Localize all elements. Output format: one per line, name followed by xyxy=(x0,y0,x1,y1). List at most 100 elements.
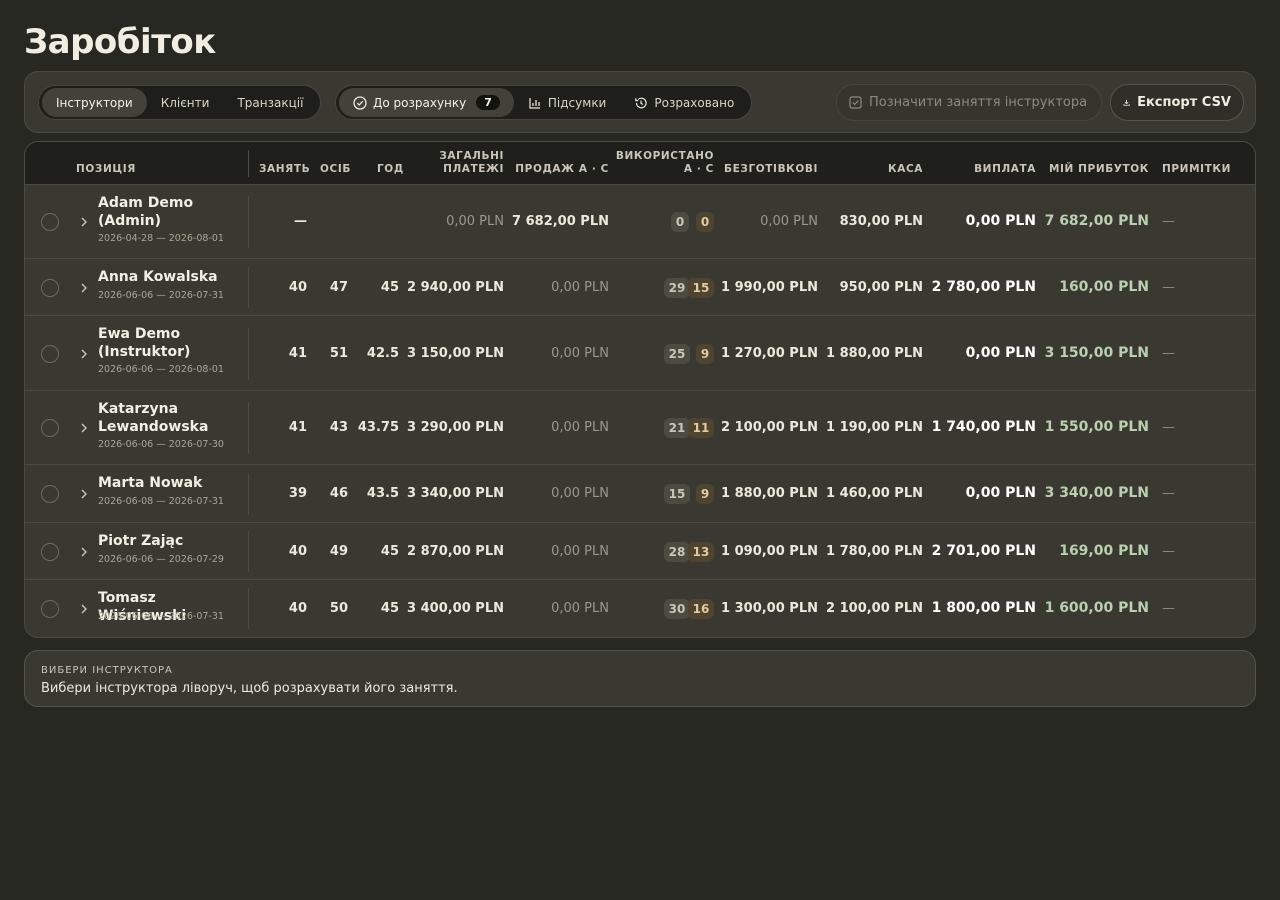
row-select-radio[interactable] xyxy=(41,419,59,437)
payout-amount: 1 800,00 PLN xyxy=(931,599,1036,616)
table-row[interactable]: Tomasz Wiśniewski 2026-06-06 — 2026-07-3… xyxy=(25,580,1255,637)
row-select-radio[interactable] xyxy=(41,344,59,363)
lessons-count: 40 xyxy=(288,279,307,295)
chevron-right-icon[interactable] xyxy=(80,216,88,228)
tab-settled[interactable]: Розраховано xyxy=(620,88,748,117)
chevron-right-icon[interactable] xyxy=(80,488,88,500)
col-total-payments-line1: Загальні xyxy=(439,150,504,162)
cash-amount: 950,00 PLN xyxy=(839,279,923,295)
tab-pending[interactable]: До розрахунку 7 xyxy=(339,88,514,117)
instructor-name: Ewa Demo (Instruktor) xyxy=(98,326,191,360)
notes-cell[interactable]: — xyxy=(1162,214,1175,229)
button-label: Експорт CSV xyxy=(1137,95,1231,110)
cashless-amount: 0,00 PLN xyxy=(760,214,818,229)
cash-amount: 1 780,00 PLN xyxy=(826,543,923,559)
table-row[interactable]: Anna Kowalska 2026-06-06 — 2026-07-31 40… xyxy=(25,259,1255,316)
table-row[interactable]: Piotr Zając 2026-06-06 — 2026-07-29 40 4… xyxy=(25,523,1255,580)
people-count: 51 xyxy=(329,345,348,361)
used-a-pill: 30 xyxy=(664,598,690,619)
cash-amount: 1 190,00 PLN xyxy=(826,420,923,435)
used-c-pill: 16 xyxy=(688,598,714,619)
hours-count: 45 xyxy=(380,600,399,616)
people-count: 47 xyxy=(329,279,348,295)
notes-cell[interactable]: — xyxy=(1162,601,1175,616)
tab-totals[interactable]: Підсумки xyxy=(514,88,620,117)
tab-clients[interactable]: Клієнти xyxy=(147,88,224,117)
col-profit: Мій прибуток xyxy=(1048,163,1149,175)
col-used-line2: А · С xyxy=(683,163,714,175)
row-divider xyxy=(248,267,249,308)
used-c-pill: 11 xyxy=(688,418,714,438)
tab-label: Інструктори xyxy=(56,95,133,110)
page-title: Заробіток xyxy=(24,22,216,62)
table-row[interactable]: Adam Demo (Admin) 2026-04-28 — 2026-08-0… xyxy=(25,185,1255,259)
row-divider xyxy=(248,531,249,572)
tab-transactions[interactable]: Транзакції xyxy=(223,88,317,117)
people-count: 50 xyxy=(329,600,348,616)
export-csv-button[interactable]: Експорт CSV xyxy=(1110,84,1244,121)
used-c-pill: 15 xyxy=(688,277,714,298)
row-divider xyxy=(248,588,249,629)
col-sales: Продаж А · С xyxy=(515,163,609,175)
table-row[interactable]: Ewa Demo (Instruktor) 2026-06-06 — 2026-… xyxy=(25,316,1255,391)
hours-count: 45 xyxy=(380,279,399,295)
cashless-amount: 1 090,00 PLN xyxy=(721,543,818,559)
table-row[interactable]: Marta Nowak 2026-06-08 — 2026-07-31 39 4… xyxy=(25,465,1255,523)
used-c-pill: 0 xyxy=(696,212,714,232)
date-range: 2026-06-06 — 2026-07-31 xyxy=(98,290,224,301)
select-instructor-hint: ВИБЕРИ ІНСТРУКТОРА Вибери інструктора лі… xyxy=(24,650,1256,707)
profit-amount: 160,00 PLN xyxy=(1059,278,1149,295)
total-payments: 2 870,00 PLN xyxy=(407,543,504,559)
col-payout: Виплата xyxy=(974,163,1036,175)
people-count: 46 xyxy=(329,486,348,501)
row-select-radio[interactable] xyxy=(41,278,59,297)
used-a-pill: 15 xyxy=(664,484,690,504)
notes-cell[interactable]: — xyxy=(1162,420,1175,435)
notes-cell[interactable]: — xyxy=(1162,346,1175,361)
cash-amount: 830,00 PLN xyxy=(839,214,923,229)
sales-amount: 0,00 PLN xyxy=(551,345,609,361)
used-a-pill: 21 xyxy=(664,418,690,438)
table-row[interactable]: Katarzyna Lewandowska 2026-06-06 — 2026-… xyxy=(25,391,1255,465)
lessons-count: — xyxy=(294,214,307,229)
chevron-right-icon[interactable] xyxy=(80,603,88,615)
notes-cell[interactable]: — xyxy=(1162,280,1175,295)
people-count: 43 xyxy=(329,420,348,435)
cashless-amount: 1 270,00 PLN xyxy=(721,345,818,361)
col-used-line1: Використано xyxy=(615,150,714,162)
lessons-count: 39 xyxy=(288,486,307,501)
notes-cell[interactable]: — xyxy=(1162,544,1175,559)
cashless-amount: 1 300,00 PLN xyxy=(721,600,818,616)
hint-text: Вибери інструктора ліворуч, щоб розрахув… xyxy=(41,681,458,696)
mark-instructor-lessons-button[interactable]: Позначити заняття інструктора xyxy=(836,84,1102,121)
row-select-radio[interactable] xyxy=(41,485,59,503)
cashless-amount: 1 880,00 PLN xyxy=(721,486,818,501)
col-total-payments-line2: платежі xyxy=(443,163,504,175)
history-icon xyxy=(635,97,648,108)
row-select-radio[interactable] xyxy=(41,542,59,561)
chevron-right-icon[interactable] xyxy=(80,546,88,558)
pending-count-badge: 7 xyxy=(476,95,500,110)
total-payments: 3 340,00 PLN xyxy=(407,486,504,501)
profit-amount: 3 150,00 PLN xyxy=(1044,344,1149,361)
date-range: 2026-06-08 — 2026-07-31 xyxy=(98,496,224,507)
sales-amount: 0,00 PLN xyxy=(551,486,609,501)
cashless-amount: 2 100,00 PLN xyxy=(721,420,818,435)
payout-amount: 0,00 PLN xyxy=(965,485,1036,501)
row-select-radio[interactable] xyxy=(41,213,59,231)
notes-cell[interactable]: — xyxy=(1162,486,1175,501)
tab-label: Розраховано xyxy=(654,95,735,110)
lessons-count: 40 xyxy=(288,600,307,616)
profit-amount: 3 340,00 PLN xyxy=(1044,485,1149,501)
lessons-count: 41 xyxy=(288,420,307,435)
col-cash: Каса xyxy=(888,163,923,175)
chevron-right-icon[interactable] xyxy=(80,282,88,294)
tab-instructors[interactable]: Інструктори xyxy=(42,88,147,117)
payout-amount: 0,00 PLN xyxy=(965,344,1036,361)
chevron-right-icon[interactable] xyxy=(80,348,88,360)
people-count: 49 xyxy=(329,543,348,559)
row-select-radio[interactable] xyxy=(41,599,59,618)
chevron-right-icon[interactable] xyxy=(80,422,88,434)
row-divider xyxy=(248,196,249,248)
instructor-name: Anna Kowalska xyxy=(98,269,218,285)
